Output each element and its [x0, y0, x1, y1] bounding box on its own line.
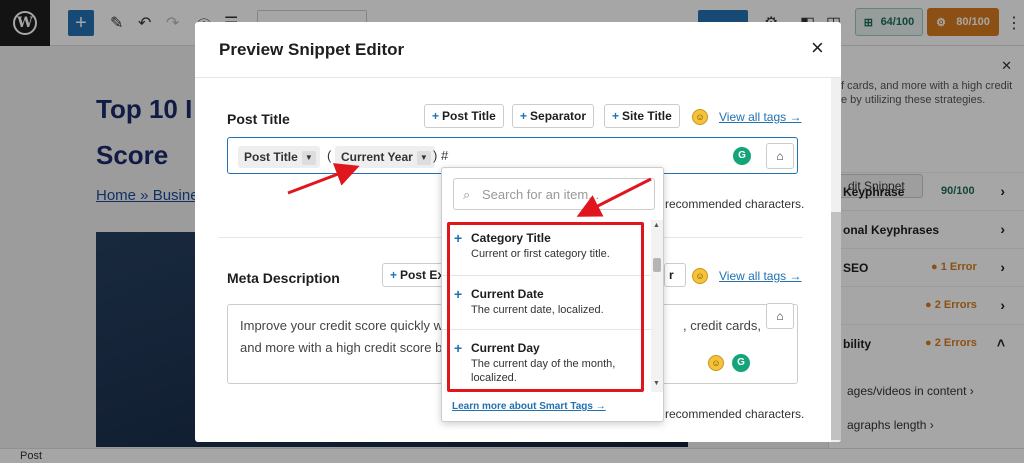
- insert-tag-button[interactable]: r: [664, 263, 686, 287]
- nerd-emoji-icon[interactable]: ☺: [708, 355, 724, 371]
- plus-icon: +: [390, 268, 398, 282]
- button-label: Post Title: [442, 109, 496, 123]
- insert-separator-button[interactable]: + Separator: [512, 104, 595, 128]
- annotation-highlight-box: [447, 222, 644, 392]
- button-label: r: [669, 268, 674, 282]
- ai-generate-title-icon[interactable]: ⌂: [766, 143, 794, 169]
- scroll-down-icon[interactable]: ▼: [653, 380, 660, 387]
- chip-label: Current Year: [341, 150, 413, 164]
- view-all-tags-link[interactable]: View all tags →: [719, 269, 801, 283]
- button-label: Site Title: [622, 109, 672, 123]
- scroll-up-icon[interactable]: ▲: [653, 222, 660, 229]
- ai-generate-description-icon[interactable]: ⌂: [766, 303, 794, 329]
- chevron-down-icon[interactable]: ▼: [301, 150, 316, 165]
- title-text-paren: (: [327, 148, 332, 163]
- dropdown-scroll-thumb[interactable]: [653, 258, 661, 272]
- modal-header: Preview Snippet Editor ×: [195, 22, 841, 78]
- meta-description-label: Meta Description: [227, 270, 340, 286]
- grammarly-icon[interactable]: G: [732, 354, 750, 372]
- modal-title: Preview Snippet Editor: [219, 40, 405, 59]
- smart-tag-post-title[interactable]: Post Title ▼: [238, 146, 320, 168]
- plus-icon: +: [520, 109, 528, 123]
- dropdown-scrollbar[interactable]: ▲ ▼: [651, 220, 663, 392]
- emoji-picker-icon[interactable]: ☺: [692, 109, 708, 125]
- post-title-label: Post Title: [227, 111, 290, 127]
- search-input[interactable]: [482, 184, 650, 204]
- title-text-hash: ) #: [433, 148, 449, 163]
- smart-tag-current-year[interactable]: Current Year ▼: [335, 146, 435, 168]
- insert-post-excerpt-button[interactable]: + Post Ex: [382, 263, 444, 287]
- emoji-picker-icon[interactable]: ☺: [692, 268, 708, 284]
- button-label: Separator: [530, 109, 587, 123]
- chip-label: Post Title: [244, 150, 298, 164]
- modal-scrollbar-thumb[interactable]: [831, 212, 841, 440]
- description-char-hint: recommended characters.: [665, 407, 805, 421]
- plus-icon: +: [612, 109, 620, 123]
- chevron-down-icon[interactable]: ▼: [416, 150, 431, 165]
- close-icon[interactable]: ×: [811, 36, 824, 60]
- plus-icon: +: [432, 109, 440, 123]
- grammarly-icon[interactable]: G: [733, 147, 751, 165]
- button-label: Post Ex: [400, 268, 444, 282]
- title-char-hint: recommended characters.: [665, 197, 805, 211]
- learn-more-smart-tags-link[interactable]: Learn more about Smart Tags →: [452, 401, 606, 412]
- meta-text-line1: Improve your credit score quickly w: [240, 318, 444, 333]
- search-icon: ⌕: [463, 187, 471, 202]
- view-all-tags-link[interactable]: View all tags →: [719, 110, 801, 124]
- smart-tags-search[interactable]: ⌕: [453, 178, 655, 210]
- meta-text-line1-right: , credit cards,: [683, 318, 762, 333]
- insert-post-title-button[interactable]: + Post Title: [424, 104, 504, 128]
- insert-site-title-button[interactable]: + Site Title: [604, 104, 680, 128]
